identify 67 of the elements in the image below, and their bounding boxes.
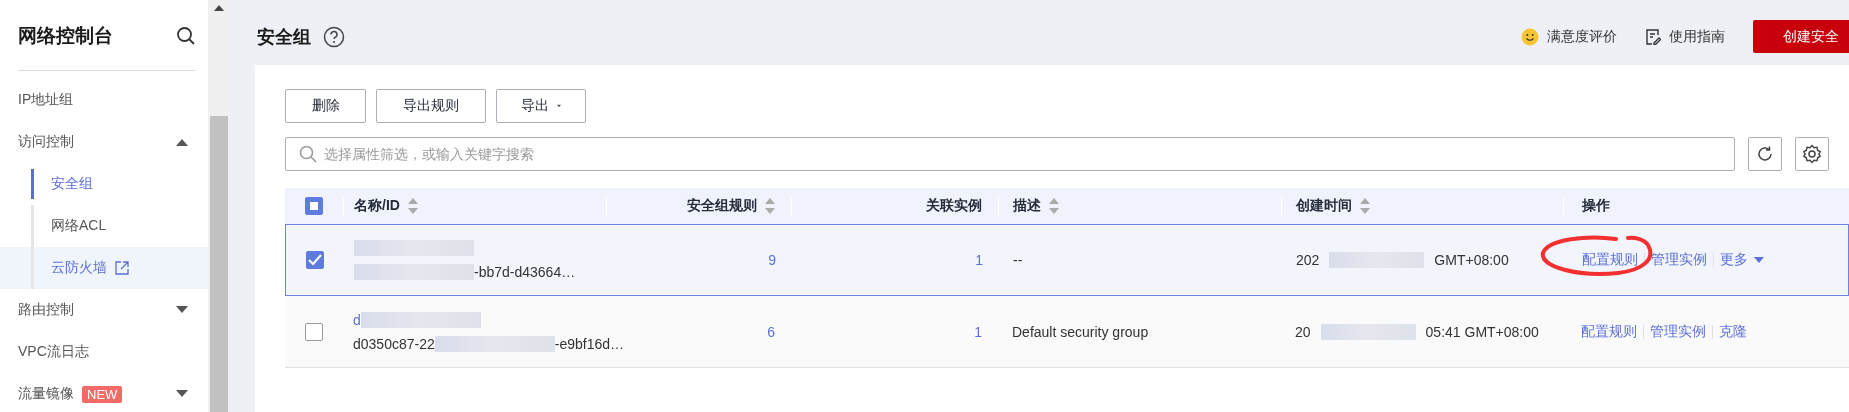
id-text: -bb7d-d43664… xyxy=(474,264,576,280)
time-text: 20 xyxy=(1295,323,1311,340)
column-header: 关联实例 xyxy=(926,197,982,215)
settings-button[interactable] xyxy=(1795,137,1829,171)
nav-item[interactable]: 访问控制 xyxy=(0,121,208,163)
smiley-icon xyxy=(1521,27,1539,46)
note-pen-icon xyxy=(1645,28,1661,45)
page-title: 安全组 xyxy=(257,25,311,49)
header-link[interactable]: 满意度评价 xyxy=(1547,27,1617,46)
description-text: -- xyxy=(1013,252,1023,268)
sort-icon[interactable] xyxy=(1049,198,1059,214)
id-text: d0350c87-22 xyxy=(353,335,435,352)
settings-icon xyxy=(1802,144,1822,164)
time-text: 202 xyxy=(1296,252,1320,268)
column-header: 名称/ID xyxy=(354,197,400,215)
action-link[interactable]: 克隆 xyxy=(1719,322,1747,341)
nav-item[interactable]: 路由控制 xyxy=(0,289,208,331)
search-field[interactable]: 选择属性筛选，或输入关键字搜索 xyxy=(285,137,1735,171)
id-text: -e9bf16d… xyxy=(554,335,625,352)
toolbar-button[interactable]: 删除 xyxy=(285,89,366,123)
instance-count-link[interactable]: 1 xyxy=(974,323,982,340)
table-row[interactable]: -bb7d-d43664… 9 1 -- 202 GMT+08:00 配置规则 管理实例 更多 xyxy=(285,224,1849,296)
refresh-icon xyxy=(1756,145,1774,163)
create-button[interactable]: 创建安全 xyxy=(1753,20,1849,53)
table-row[interactable]: d d0350c87-22 -e9bf16d… 6 1 Default security group 20 05:41 GMT+08:00 配置规则 管理实例 克隆 xyxy=(285,296,1849,368)
caret-icon xyxy=(557,103,561,109)
nav-subitem[interactable]: 安全组 xyxy=(51,175,93,193)
column-header: 操作 xyxy=(1582,197,1610,215)
toolbar-button[interactable]: 导出规则 xyxy=(376,89,486,123)
nav-item[interactable]: 流量镜像 NEW xyxy=(0,373,208,412)
scrollbar-thumb[interactable] xyxy=(210,116,228,412)
action-link[interactable]: 管理实例 xyxy=(1650,322,1706,341)
row-checkbox[interactable] xyxy=(306,251,324,269)
scroll-up-icon[interactable] xyxy=(213,4,225,12)
search-icon[interactable] xyxy=(176,26,196,46)
console-title: 网络控制台 xyxy=(18,24,113,48)
header-link[interactable]: 使用指南 xyxy=(1669,27,1725,46)
action-link[interactable]: 配置规则 xyxy=(1582,251,1638,269)
column-header: 创建时间 xyxy=(1296,197,1352,215)
nav-item[interactable]: VPC流日志 xyxy=(0,331,208,373)
caret-icon xyxy=(176,390,188,398)
sort-icon[interactable] xyxy=(407,198,418,214)
sort-icon[interactable] xyxy=(765,198,775,214)
row-checkbox[interactable] xyxy=(305,322,323,341)
action-link[interactable]: 更多 xyxy=(1720,251,1748,269)
rule-count-link[interactable]: 6 xyxy=(767,323,775,340)
nav-subitem[interactable]: 网络ACL xyxy=(51,217,107,235)
sort-icon[interactable] xyxy=(1360,198,1370,214)
select-all-checkbox[interactable] xyxy=(305,197,323,215)
time-text: GMT+08:00 xyxy=(1434,252,1509,268)
time-text: 05:41 GMT+08:00 xyxy=(1425,323,1539,340)
nav-item[interactable]: IP地址组 xyxy=(0,79,208,121)
new-badge: NEW xyxy=(82,385,123,403)
column-header: 安全组规则 xyxy=(687,197,757,215)
caret-icon xyxy=(176,138,188,146)
refresh-button[interactable] xyxy=(1748,137,1782,171)
description-text: Default security group xyxy=(1012,323,1149,340)
caret-icon xyxy=(176,306,188,314)
action-link[interactable]: 配置规则 xyxy=(1581,322,1637,341)
help-icon[interactable] xyxy=(323,25,345,48)
toolbar-button[interactable]: 导出 xyxy=(496,89,586,123)
rule-count-link[interactable]: 9 xyxy=(768,252,776,268)
action-link[interactable]: 管理实例 xyxy=(1651,251,1707,269)
instance-count-link[interactable]: 1 xyxy=(975,252,983,268)
group-name-link[interactable]: d xyxy=(353,311,361,328)
column-header: 描述 xyxy=(1013,197,1041,215)
nav-subitem[interactable]: 云防火墙 xyxy=(51,259,107,277)
